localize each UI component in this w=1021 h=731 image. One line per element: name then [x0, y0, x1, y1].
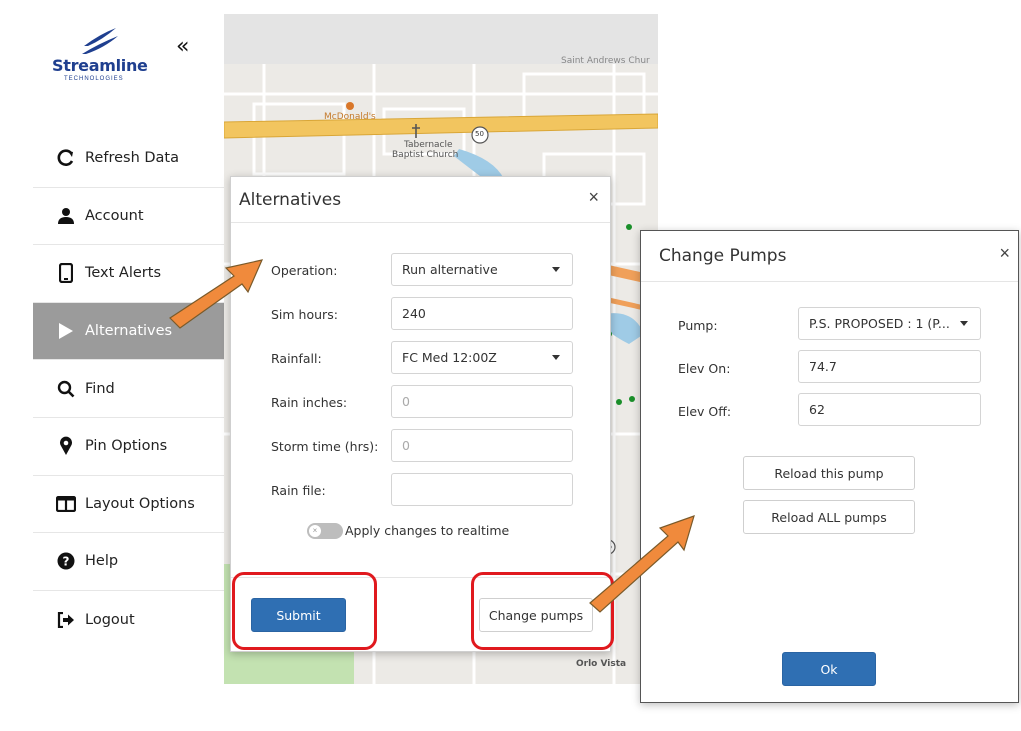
- elev-on-input[interactable]: 74.7: [798, 350, 981, 383]
- reload-all-pumps-button[interactable]: Reload ALL pumps: [743, 500, 915, 534]
- pump-label: Pump:: [678, 318, 718, 333]
- operation-label: Operation:: [271, 263, 338, 278]
- submit-highlight: [232, 572, 377, 650]
- elev-off-value: 62: [809, 402, 825, 417]
- map-label-church: Baptist Church: [392, 150, 459, 160]
- sim-hours-label: Sim hours:: [271, 307, 338, 322]
- storm-time-input[interactable]: 0: [391, 429, 573, 462]
- elev-off-input[interactable]: 62: [798, 393, 981, 426]
- dialog-divider: [641, 281, 1018, 282]
- play-icon: [55, 322, 77, 340]
- layout-columns-icon: [55, 495, 77, 512]
- user-icon: [55, 207, 77, 225]
- rain-file-label: Rain file:: [271, 483, 326, 498]
- collapse-sidebar-icon[interactable]: «: [176, 34, 189, 59]
- change-pumps-highlight: [471, 572, 614, 650]
- map-label-mcdonalds: McDonald's: [324, 112, 376, 122]
- toggle-off-icon: ×: [309, 525, 321, 537]
- sidebar-item-label: Pin Options: [85, 438, 168, 455]
- sidebar-item-help[interactable]: ? Help: [33, 533, 224, 591]
- operation-value: Run alternative: [402, 262, 498, 277]
- dialog-divider: [231, 222, 610, 223]
- chevron-down-icon: [552, 355, 560, 360]
- sidebar-item-label: Refresh Data: [85, 150, 179, 167]
- sidebar-item-label: Alternatives: [85, 323, 173, 340]
- logout-icon: [55, 611, 77, 628]
- svg-text:?: ?: [63, 555, 70, 569]
- pump-select[interactable]: P.S. PROPOSED : 1 (P...: [798, 307, 981, 340]
- map-label-road-50: 50: [475, 130, 484, 138]
- brand-tagline: TECHNOLOGIES: [64, 76, 124, 82]
- sidebar-item-account[interactable]: Account: [33, 188, 224, 246]
- rainfall-select[interactable]: FC Med 12:00Z: [391, 341, 573, 374]
- operation-select[interactable]: Run alternative: [391, 253, 573, 286]
- sim-hours-input[interactable]: 240: [391, 297, 573, 330]
- change-pumps-dialog-title: Change Pumps: [659, 246, 787, 266]
- sidebar-item-alternatives[interactable]: Alternatives: [33, 302, 224, 361]
- search-icon: [55, 380, 77, 398]
- sidebar-item-text-alerts[interactable]: Text Alerts: [33, 245, 224, 303]
- map-label-saint-andrews: Saint Andrews Chur: [561, 56, 650, 66]
- help-icon: ?: [55, 552, 77, 570]
- pump-value: P.S. PROPOSED : 1 (P...: [809, 316, 950, 331]
- refresh-icon: [55, 149, 77, 167]
- sidebar-item-refresh-data[interactable]: Refresh Data: [33, 130, 224, 188]
- rainfall-value: FC Med 12:00Z: [402, 350, 497, 365]
- map-label-orlo-vista: Orlo Vista: [576, 659, 627, 669]
- sidebar-nav: Refresh Data Account Text Alerts Alterna…: [33, 130, 224, 648]
- close-icon[interactable]: ×: [999, 243, 1010, 264]
- apply-realtime-label: Apply changes to realtime: [345, 523, 510, 538]
- sidebar-item-logout[interactable]: Logout: [33, 591, 224, 649]
- apply-realtime-toggle[interactable]: ×: [307, 523, 343, 539]
- sidebar: Streamline TECHNOLOGIES « Refresh Data A…: [0, 0, 224, 731]
- rain-file-input[interactable]: [391, 473, 573, 506]
- sidebar-item-label: Account: [85, 207, 144, 224]
- elev-on-label: Elev On:: [678, 361, 731, 376]
- chevron-down-icon: [960, 321, 968, 326]
- reload-this-pump-button[interactable]: Reload this pump: [743, 456, 915, 490]
- rainfall-label: Rainfall:: [271, 351, 322, 366]
- ok-button[interactable]: Ok: [782, 652, 876, 686]
- sidebar-item-label: Find: [85, 380, 115, 397]
- close-icon[interactable]: ×: [588, 187, 599, 208]
- sidebar-item-layout-options[interactable]: Layout Options: [33, 476, 224, 534]
- sidebar-item-label: Layout Options: [85, 495, 195, 512]
- streamline-swoosh-icon: [82, 28, 118, 54]
- sim-hours-value: 240: [402, 306, 426, 321]
- rain-inches-label: Rain inches:: [271, 395, 348, 410]
- sidebar-item-label: Text Alerts: [85, 265, 162, 282]
- elev-on-value: 74.7: [809, 359, 837, 374]
- storm-time-label: Storm time (hrs):: [271, 439, 379, 454]
- alternatives-dialog-title: Alternatives: [239, 190, 342, 210]
- phone-icon: [55, 263, 77, 284]
- chevron-down-icon: [552, 267, 560, 272]
- storm-time-value: 0: [402, 438, 410, 453]
- change-pumps-dialog: Change Pumps × Pump: P.S. PROPOSED : 1 (…: [640, 230, 1019, 703]
- elev-off-label: Elev Off:: [678, 404, 732, 419]
- map-label-tabernacle: Tabernacle: [404, 140, 453, 150]
- sidebar-item-label: Logout: [85, 611, 135, 628]
- rain-inches-value: 0: [402, 394, 410, 409]
- map-pin-icon: [55, 436, 77, 456]
- sidebar-item-find[interactable]: Find: [33, 360, 224, 418]
- sidebar-item-pin-options[interactable]: Pin Options: [33, 418, 224, 476]
- streamline-logo: Streamline TECHNOLOGIES: [52, 24, 162, 94]
- brand-name: Streamline: [52, 56, 148, 75]
- rain-inches-input[interactable]: 0: [391, 385, 573, 418]
- sidebar-item-label: Help: [85, 553, 119, 570]
